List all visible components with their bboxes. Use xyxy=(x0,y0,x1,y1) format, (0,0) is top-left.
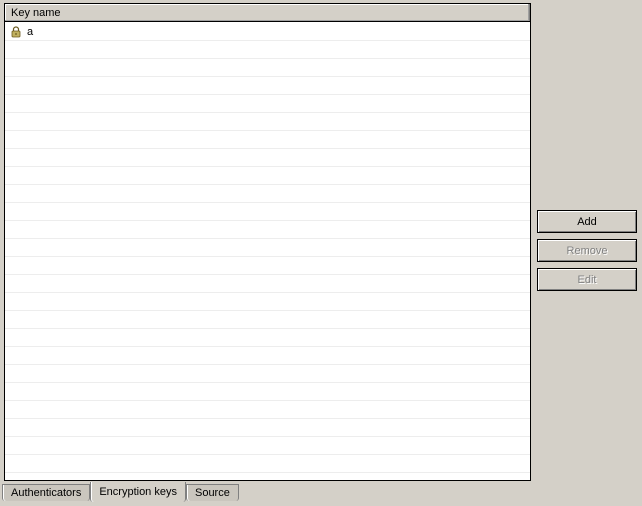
empty-row xyxy=(5,293,530,311)
empty-row xyxy=(5,77,530,95)
tab-strip: Authenticators Encryption keys Source xyxy=(2,483,239,502)
tab-authenticators[interactable]: Authenticators xyxy=(2,484,90,501)
empty-row xyxy=(5,185,530,203)
tab-source[interactable]: Source xyxy=(186,484,239,501)
empty-row xyxy=(5,221,530,239)
column-header-label: Key name xyxy=(11,7,61,19)
empty-row xyxy=(5,275,530,293)
empty-row xyxy=(5,419,530,437)
empty-row xyxy=(5,41,530,59)
empty-row xyxy=(5,203,530,221)
tab-label: Source xyxy=(195,487,230,499)
empty-row xyxy=(5,131,530,149)
empty-row xyxy=(5,113,530,131)
empty-row xyxy=(5,437,530,455)
empty-row xyxy=(5,455,530,473)
empty-row xyxy=(5,167,530,185)
edit-button[interactable]: Edit xyxy=(537,268,637,291)
empty-row xyxy=(5,149,530,167)
side-button-group: Add Remove Edit xyxy=(537,210,637,291)
tab-encryption-keys[interactable]: Encryption keys xyxy=(90,482,186,502)
tab-label: Authenticators xyxy=(11,487,81,499)
empty-row xyxy=(5,329,530,347)
empty-row xyxy=(5,257,530,275)
remove-button[interactable]: Remove xyxy=(537,239,637,262)
empty-row xyxy=(5,347,530,365)
list-header: Key name xyxy=(5,4,530,22)
empty-row xyxy=(5,401,530,419)
empty-row xyxy=(5,95,530,113)
empty-row xyxy=(5,311,530,329)
empty-row xyxy=(5,383,530,401)
empty-row xyxy=(5,59,530,77)
tab-label: Encryption keys xyxy=(99,486,177,498)
add-button[interactable]: Add xyxy=(537,210,637,233)
list-body[interactable]: a xyxy=(5,23,530,480)
empty-row xyxy=(5,365,530,383)
column-header-key-name[interactable]: Key name xyxy=(5,4,530,21)
empty-row xyxy=(5,239,530,257)
key-list-panel: Key name a xyxy=(4,3,531,481)
